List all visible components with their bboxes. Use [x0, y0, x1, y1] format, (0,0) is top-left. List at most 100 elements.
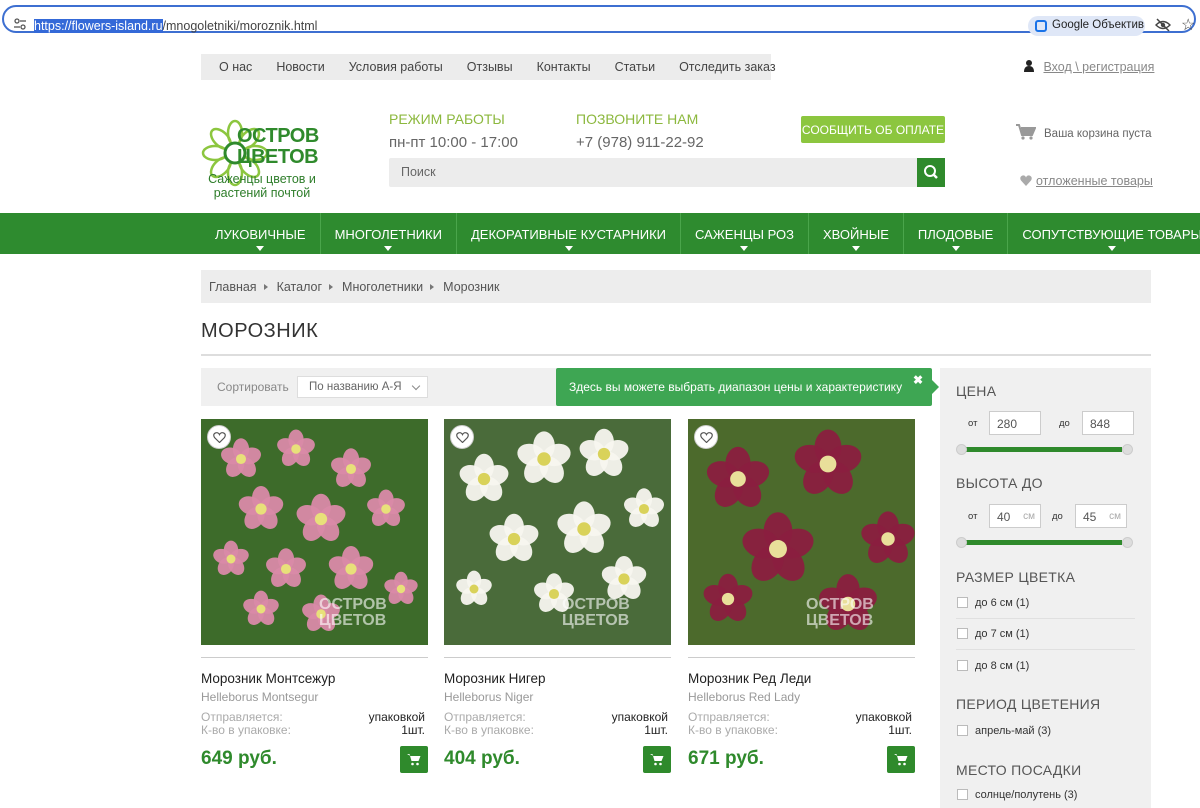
add-to-wishlist-button[interactable]: [450, 425, 474, 449]
add-to-wishlist-button[interactable]: [694, 425, 718, 449]
flower-size-option[interactable]: до 6 см (1): [975, 597, 1029, 609]
price-slider-max-handle[interactable]: [1122, 444, 1133, 455]
mainnav-accessories-label: СОПУТСТВУЮЩИЕ ТОВАРЫ: [1022, 227, 1200, 242]
product-photo: [688, 419, 915, 645]
watermark-line1: ОСТРОВ: [806, 596, 874, 613]
product-image[interactable]: ОСТРОВ ЦВЕТОВ: [201, 419, 428, 645]
product-photo: [201, 419, 428, 645]
logo-subtitle: Саженцы цветов и растений почтой: [201, 172, 323, 200]
pack-qty-value: 1шт.: [888, 723, 912, 737]
report-payment-button[interactable]: СООБЩИТЬ ОБ ОПЛАТЕ: [801, 116, 945, 143]
url-selected: https://flowers-island.ru: [34, 19, 163, 33]
height-slider-min-handle[interactable]: [956, 537, 967, 548]
cart-icon: [407, 754, 421, 766]
height-to-label: до: [1052, 511, 1063, 522]
wishlist-widget[interactable]: отложенные товары: [1020, 174, 1153, 188]
mainnav-roses[interactable]: САЖЕНЦЫ РОЗ: [680, 213, 808, 254]
eye-off-icon[interactable]: [1155, 18, 1171, 32]
add-to-cart-button[interactable]: [643, 746, 671, 773]
product-name[interactable]: Морозник Монтсежур: [201, 671, 335, 686]
watermark-line1: ОСТРОВ: [562, 596, 630, 613]
mainnav-shrubs[interactable]: ДЕКОРАТИВНЫЕ КУСТАРНИКИ: [455, 213, 680, 254]
product-name[interactable]: Морозник Ред Леди: [688, 671, 811, 686]
height-range-slider[interactable]: [956, 537, 1134, 548]
price-to-input[interactable]: 848: [1082, 411, 1134, 435]
price-slider-min-handle[interactable]: [956, 444, 967, 455]
flower-size-checkbox[interactable]: [957, 660, 968, 671]
price-range-slider[interactable]: [956, 444, 1134, 455]
topnav-track-order[interactable]: Отследить заказ: [667, 54, 787, 80]
mainnav-bulbs[interactable]: ЛУКОВИЧНЫЕ: [201, 213, 320, 254]
top-nav: О нас Новости Условия работы Отзывы Конт…: [201, 54, 776, 80]
mainnav-bulbs-label: ЛУКОВИЧНЫЕ: [215, 227, 306, 242]
url-text[interactable]: https://flowers-island.ru/mnogoletniki/m…: [34, 19, 317, 33]
flower-size-option[interactable]: до 7 см (1): [975, 628, 1029, 640]
bloom-period-option[interactable]: апрель-май (3): [975, 725, 1051, 737]
price-from-value: 280: [997, 417, 1018, 431]
flower-size-checkbox[interactable]: [957, 597, 968, 608]
topnav-reviews[interactable]: Отзывы: [455, 54, 525, 80]
sort-select[interactable]: По названию А-Я: [297, 376, 428, 398]
height-from-label: от: [968, 511, 978, 522]
cart-icon: [894, 754, 908, 766]
site-settings-icon[interactable]: [14, 18, 26, 30]
tooltip-close-icon[interactable]: ✖: [913, 373, 923, 387]
mainnav-conifers[interactable]: ХВОЙНЫЕ: [807, 213, 903, 254]
lens-icon: [1035, 20, 1047, 32]
shipping-label: Отправляется:: [688, 710, 770, 724]
chevron-down-icon: [951, 246, 960, 251]
pack-qty-label: К-во в упаковке:: [444, 723, 534, 737]
price-from-input[interactable]: 280: [989, 411, 1041, 435]
wishlist-link[interactable]: отложенные товары: [1036, 174, 1153, 188]
height-slider-max-handle[interactable]: [1122, 537, 1133, 548]
mainnav-accessories[interactable]: СОПУТСТВУЮЩИЕ ТОВАРЫ: [1007, 213, 1200, 254]
logo-name-line2: ЦВЕТОВ: [237, 146, 319, 168]
mainnav-shrubs-label: ДЕКОРАТИВНЫЕ КУСТАРНИКИ: [470, 227, 667, 242]
add-to-cart-button[interactable]: [887, 746, 915, 773]
topnav-news[interactable]: Новости: [264, 54, 336, 80]
google-lens-button[interactable]: Google Объектив: [1028, 16, 1145, 36]
bookmark-star-icon[interactable]: ☆: [1181, 15, 1195, 35]
mainnav-perennials[interactable]: МНОГОЛЕТНИКИ: [319, 213, 456, 254]
chevron-down-icon: [411, 381, 421, 391]
search-input[interactable]: [401, 165, 901, 179]
breadcrumb-arrow-icon: [430, 284, 435, 290]
flower-size-option[interactable]: до 8 см (1): [975, 660, 1029, 672]
cart-icon: [1016, 124, 1036, 140]
search-button[interactable]: [917, 158, 945, 187]
breadcrumb: Главная Каталог Многолетники Морозник: [201, 270, 1151, 303]
bloom-period-checkbox[interactable]: [957, 725, 968, 736]
filter-price-heading: ЦЕНА: [956, 383, 997, 399]
sort-selected: По названию А-Я: [309, 381, 402, 393]
breadcrumb-home[interactable]: Главная: [209, 280, 257, 294]
topnav-contacts[interactable]: Контакты: [525, 54, 603, 80]
add-to-wishlist-button[interactable]: [207, 425, 231, 449]
cart-widget[interactable]: Ваша корзина пуста: [1016, 124, 1151, 140]
product-image[interactable]: ОСТРОВ ЦВЕТОВ: [444, 419, 671, 645]
product-image[interactable]: ОСТРОВ ЦВЕТОВ: [688, 419, 915, 645]
topnav-about[interactable]: О нас: [201, 54, 264, 80]
mainnav-fruit[interactable]: ПЛОДОВЫЕ: [902, 213, 1007, 254]
breadcrumb-perennials[interactable]: Многолетники: [342, 280, 423, 294]
height-to-input[interactable]: 45 см: [1075, 504, 1127, 528]
login-link[interactable]: Вход \ регистрация: [1043, 60, 1154, 74]
topnav-articles[interactable]: Статьи: [603, 54, 668, 80]
planting-place-checkbox[interactable]: [957, 789, 968, 800]
phone-value[interactable]: +7 (978) 911-22-92: [576, 134, 704, 151]
product-name[interactable]: Морозник Нигер: [444, 671, 546, 686]
add-to-cart-button[interactable]: [400, 746, 428, 773]
product-latin-name: Helleborus Red Lady: [688, 690, 801, 704]
breadcrumb-catalog[interactable]: Каталог: [277, 280, 322, 294]
topnav-terms[interactable]: Условия работы: [337, 54, 455, 80]
product-card: ОСТРОВ ЦВЕТОВ Морозник Нигер Helleborus N…: [444, 419, 671, 799]
shipping-value: упаковкой: [611, 710, 668, 724]
shipping-row: Отправляется: упаковкой: [201, 710, 425, 724]
product-card: ОСТРОВ ЦВЕТОВ Морозник Монтсежур Hellebor…: [201, 419, 428, 799]
height-from-input[interactable]: 40 см: [989, 504, 1041, 528]
flower-size-checkbox[interactable]: [957, 628, 968, 639]
product-price: 404 руб.: [444, 748, 520, 769]
url-field[interactable]: https://flowers-island.ru/mnogoletniki/m…: [2, 5, 1196, 36]
breadcrumb-arrow-icon: [263, 284, 268, 290]
planting-place-option[interactable]: солнце/полутень (3): [975, 789, 1077, 801]
pack-qty-value: 1шт.: [644, 723, 668, 737]
